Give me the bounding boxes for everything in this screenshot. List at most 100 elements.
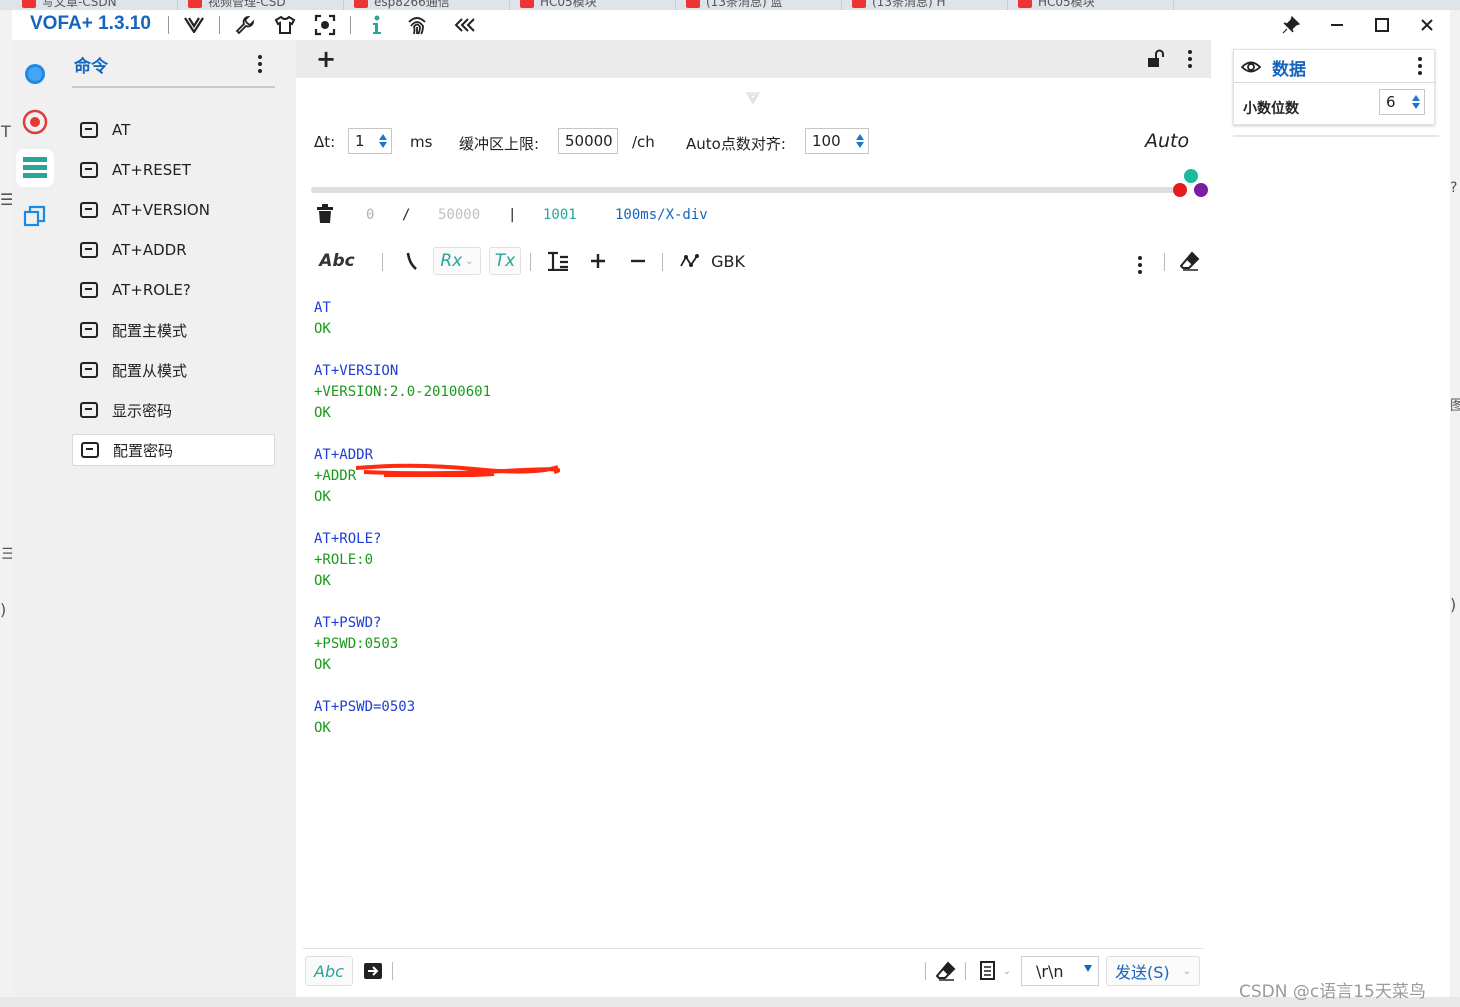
command-item[interactable]: 显示密码 — [72, 394, 275, 426]
send-bar: Abc ⌄ \r\n 发送(S) ⌄ — [303, 948, 1204, 993]
chevron-down-icon: ⌄ — [1002, 965, 1012, 977]
minimize-icon[interactable] — [1321, 11, 1353, 39]
browser-tab[interactable]: (13条消息) H — [844, 0, 1008, 10]
tx-toggle[interactable]: Tx — [489, 247, 521, 275]
record-target-icon[interactable] — [16, 103, 54, 141]
vofa-logo-icon[interactable] — [182, 13, 206, 37]
window-layers-icon[interactable] — [16, 197, 54, 235]
shirt-icon[interactable] — [273, 13, 297, 37]
command-item[interactable]: 配置从模式 — [72, 354, 275, 386]
terminal-toolbar: Abc Rx ⌄ Tx GBK — [296, 243, 1211, 279]
browser-tab[interactable]: (13条消息) 蓝 — [678, 0, 842, 10]
command-item[interactable]: AT+ROLE? — [72, 274, 275, 306]
dot-purple-icon[interactable] — [1194, 183, 1208, 197]
terminal-tx-line: AT+ROLE? — [314, 531, 382, 547]
title-bar: VOFA+ 1.3.10 — [12, 10, 1450, 40]
text-format-icon[interactable] — [546, 247, 570, 275]
point-count: 1001 — [543, 207, 577, 223]
clear-input-icon[interactable] — [933, 956, 959, 986]
csdn-watermark: CSDN @c语言15天菜鸟 — [1239, 982, 1426, 1002]
app-title: VOFA+ 1.3.10 — [30, 13, 151, 34]
command-item[interactable]: AT+VERSION — [72, 194, 275, 226]
eye-icon[interactable] — [1240, 59, 1262, 78]
background-glyph: 图 — [1450, 398, 1460, 414]
data-menu-icon[interactable] — [1412, 54, 1428, 78]
close-icon[interactable] — [1411, 11, 1443, 39]
command-item-label: 显示密码 — [112, 401, 173, 420]
background-window-left: T ☰ ヨ ) — [0, 10, 16, 1007]
dot-teal-icon[interactable] — [1184, 169, 1198, 183]
command-list-icon[interactable] — [16, 149, 54, 187]
data-panel-divider — [1233, 135, 1439, 137]
send-file-icon[interactable] — [361, 956, 385, 986]
auto-toggle[interactable]: Auto — [1145, 130, 1189, 152]
spin-arrows-icon[interactable] — [375, 130, 391, 152]
waveform-icon[interactable] — [678, 247, 702, 275]
send-format-toggle[interactable]: Abc — [305, 956, 353, 986]
command-menu-icon[interactable] — [252, 52, 268, 76]
background-glyph: T — [1, 122, 11, 141]
message-icon — [80, 362, 98, 378]
buffer-max: 50000 — [438, 207, 481, 223]
drag-handle-icon[interactable] — [746, 90, 760, 104]
zoom-out-icon[interactable] — [626, 247, 650, 275]
pin-icon[interactable] — [1275, 11, 1307, 39]
toolbar-separator — [662, 253, 663, 271]
browser-tab[interactable]: 视频管理-CSD — [180, 0, 344, 10]
buffer-input[interactable]: 50000 — [558, 128, 618, 154]
x-division: 100ms/X-div — [615, 207, 708, 223]
abc-format-toggle[interactable]: Abc — [319, 247, 354, 275]
delta-t-spinbox[interactable]: 1 — [348, 128, 392, 154]
align-spinbox[interactable]: 100 — [805, 128, 869, 154]
connection-status-icon[interactable] — [16, 55, 54, 93]
capture-icon[interactable] — [313, 13, 337, 37]
command-item[interactable]: AT+RESET — [72, 154, 275, 186]
add-tab-button[interactable]: + — [316, 47, 336, 71]
line-ending-select[interactable]: \r\n — [1021, 956, 1099, 986]
browser-tab[interactable]: 写文章-CSDN — [14, 0, 178, 10]
terminal-rx-line: OK — [314, 657, 331, 673]
command-item[interactable]: AT — [72, 114, 275, 146]
unlock-icon[interactable] — [1146, 49, 1166, 73]
eraser-icon[interactable] — [1178, 247, 1202, 275]
browser-tab-label: 写文章-CSDN — [42, 0, 117, 9]
zoom-in-icon[interactable] — [586, 247, 610, 275]
terminal-rx-line: OK — [314, 405, 331, 421]
dot-red-icon[interactable] — [1173, 183, 1187, 197]
collapse-icon[interactable] — [453, 13, 477, 37]
spin-arrows-icon[interactable] — [1408, 91, 1424, 113]
rx-toggle[interactable]: Rx ⌄ — [433, 247, 481, 275]
decimal-places-spinbox[interactable]: 6 — [1379, 89, 1425, 115]
parameter-row: Δt: 1 ms 缓冲区上限: 50000 /ch Auto点数对齐: 100 … — [296, 128, 1211, 158]
spin-arrows-icon[interactable] — [852, 130, 868, 152]
trash-icon[interactable] — [316, 204, 334, 228]
wrench-icon[interactable] — [233, 13, 257, 37]
send-separator — [392, 962, 393, 980]
tab-menu-icon[interactable] — [1182, 47, 1198, 71]
command-item[interactable]: 配置主模式 — [72, 314, 275, 346]
history-slider[interactable] — [311, 187, 1181, 193]
terminal-lines: AT OK AT+VERSION +VERSION:2.0-20100601 OK AT+… — [314, 298, 1184, 739]
fingerprint-icon[interactable] — [405, 13, 429, 37]
encoding-select[interactable]: GBK — [708, 247, 748, 275]
send-button[interactable]: 发送(S) ⌄ — [1106, 956, 1200, 986]
command-item[interactable]: 配置密码 — [72, 434, 275, 466]
terminal-output[interactable]: AT OK AT+VERSION +VERSION:2.0-20100601 OK AT+… — [314, 298, 1184, 739]
toolbar-separator — [382, 253, 383, 271]
terminal-rx-line: OK — [314, 321, 331, 337]
maximize-icon[interactable] — [1366, 11, 1398, 39]
history-select[interactable]: ⌄ — [975, 956, 1015, 986]
browser-tab[interactable]: HC05模块 — [1010, 0, 1174, 10]
terminal-menu-icon[interactable] — [1132, 253, 1148, 277]
timestamp-icon[interactable] — [400, 247, 422, 275]
browser-tab[interactable]: HC05模块 — [512, 0, 676, 10]
terminal-rx-line: +PSWD:0503 — [314, 636, 399, 652]
terminal-tx-line: AT — [314, 300, 331, 316]
data-panel-title: 数据 — [1272, 60, 1306, 80]
browser-tab[interactable]: esp8266通信 — [346, 0, 510, 10]
csdn-logo-icon — [354, 0, 368, 8]
info-icon[interactable] — [365, 13, 389, 37]
message-icon — [80, 282, 98, 298]
command-item[interactable]: AT+ADDR — [72, 234, 275, 266]
browser-tab-label: HC05模块 — [1038, 0, 1095, 9]
